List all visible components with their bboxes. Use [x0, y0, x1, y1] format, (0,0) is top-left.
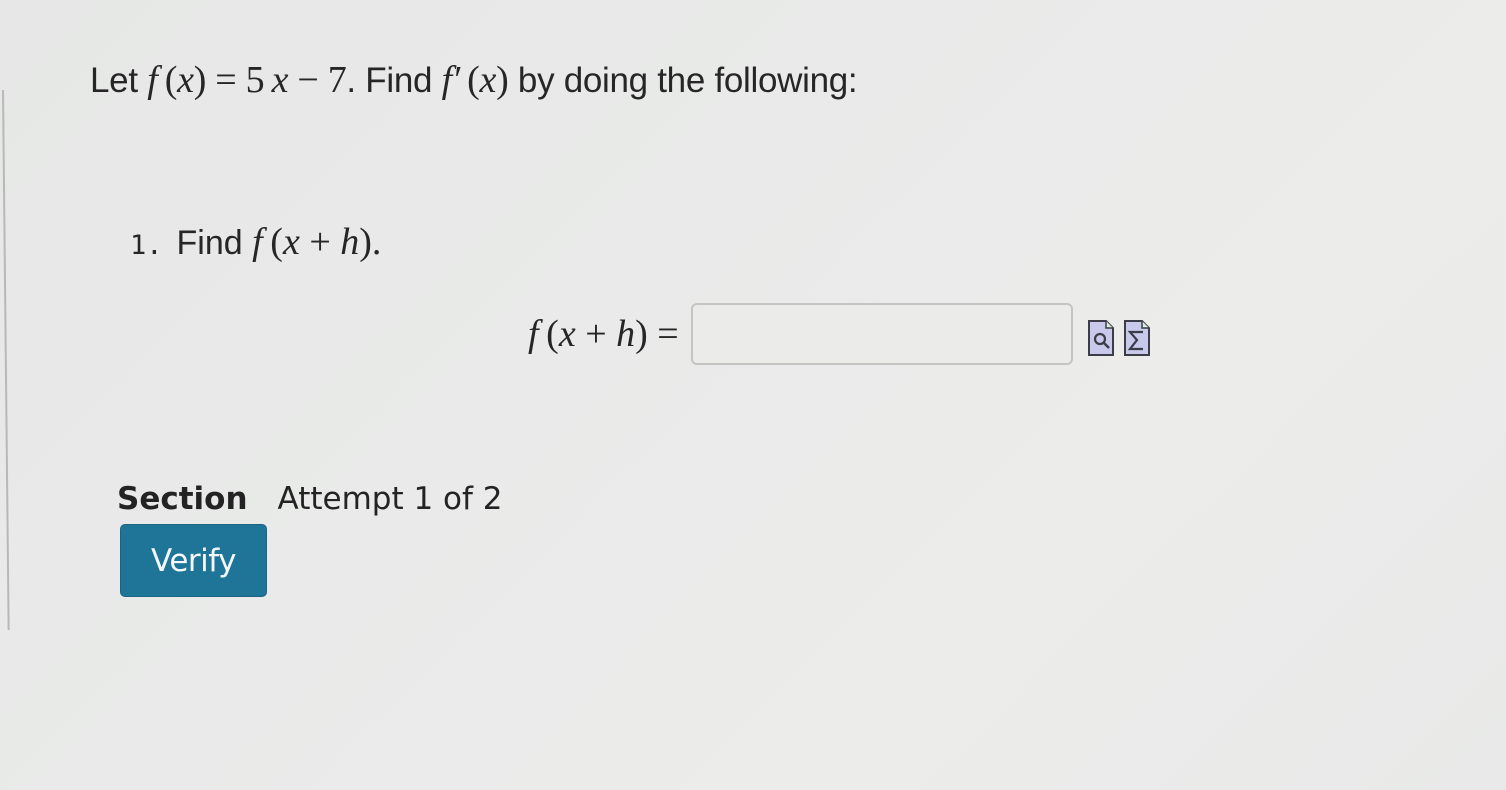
- page-edge-divider: [2, 89, 10, 630]
- find-label: . Find: [346, 61, 442, 100]
- equation-editor-icon[interactable]: [1123, 319, 1151, 357]
- answer-input[interactable]: [690, 303, 1073, 365]
- question-suffix: by doing the following:: [508, 61, 858, 100]
- answer-label: f (x + h) =: [528, 313, 679, 355]
- function-definition: f (x) = 5 x − 7: [147, 59, 347, 101]
- derivative-expression: f′ (x): [441, 59, 509, 101]
- question-prompt: Let f (x) = 5 x − 7. Find f′ (x) by doin…: [90, 58, 858, 102]
- step-1: 1. Find f (x + h).: [130, 220, 381, 264]
- question-prefix: Let: [90, 61, 148, 100]
- preview-icon[interactable]: [1087, 319, 1115, 357]
- attempt-counter: Attempt 1 of 2: [277, 481, 503, 517]
- step-text: Find: [176, 224, 253, 262]
- section-label: Section: [117, 481, 248, 517]
- section-status: Section Attempt 1 of 2: [117, 481, 503, 517]
- step-expression: f (x + h).: [252, 221, 382, 263]
- step-number: 1.: [130, 230, 163, 261]
- answer-tools: [1087, 319, 1151, 357]
- verify-button[interactable]: Verify: [120, 524, 267, 597]
- answer-row: f (x + h) =: [528, 303, 1151, 365]
